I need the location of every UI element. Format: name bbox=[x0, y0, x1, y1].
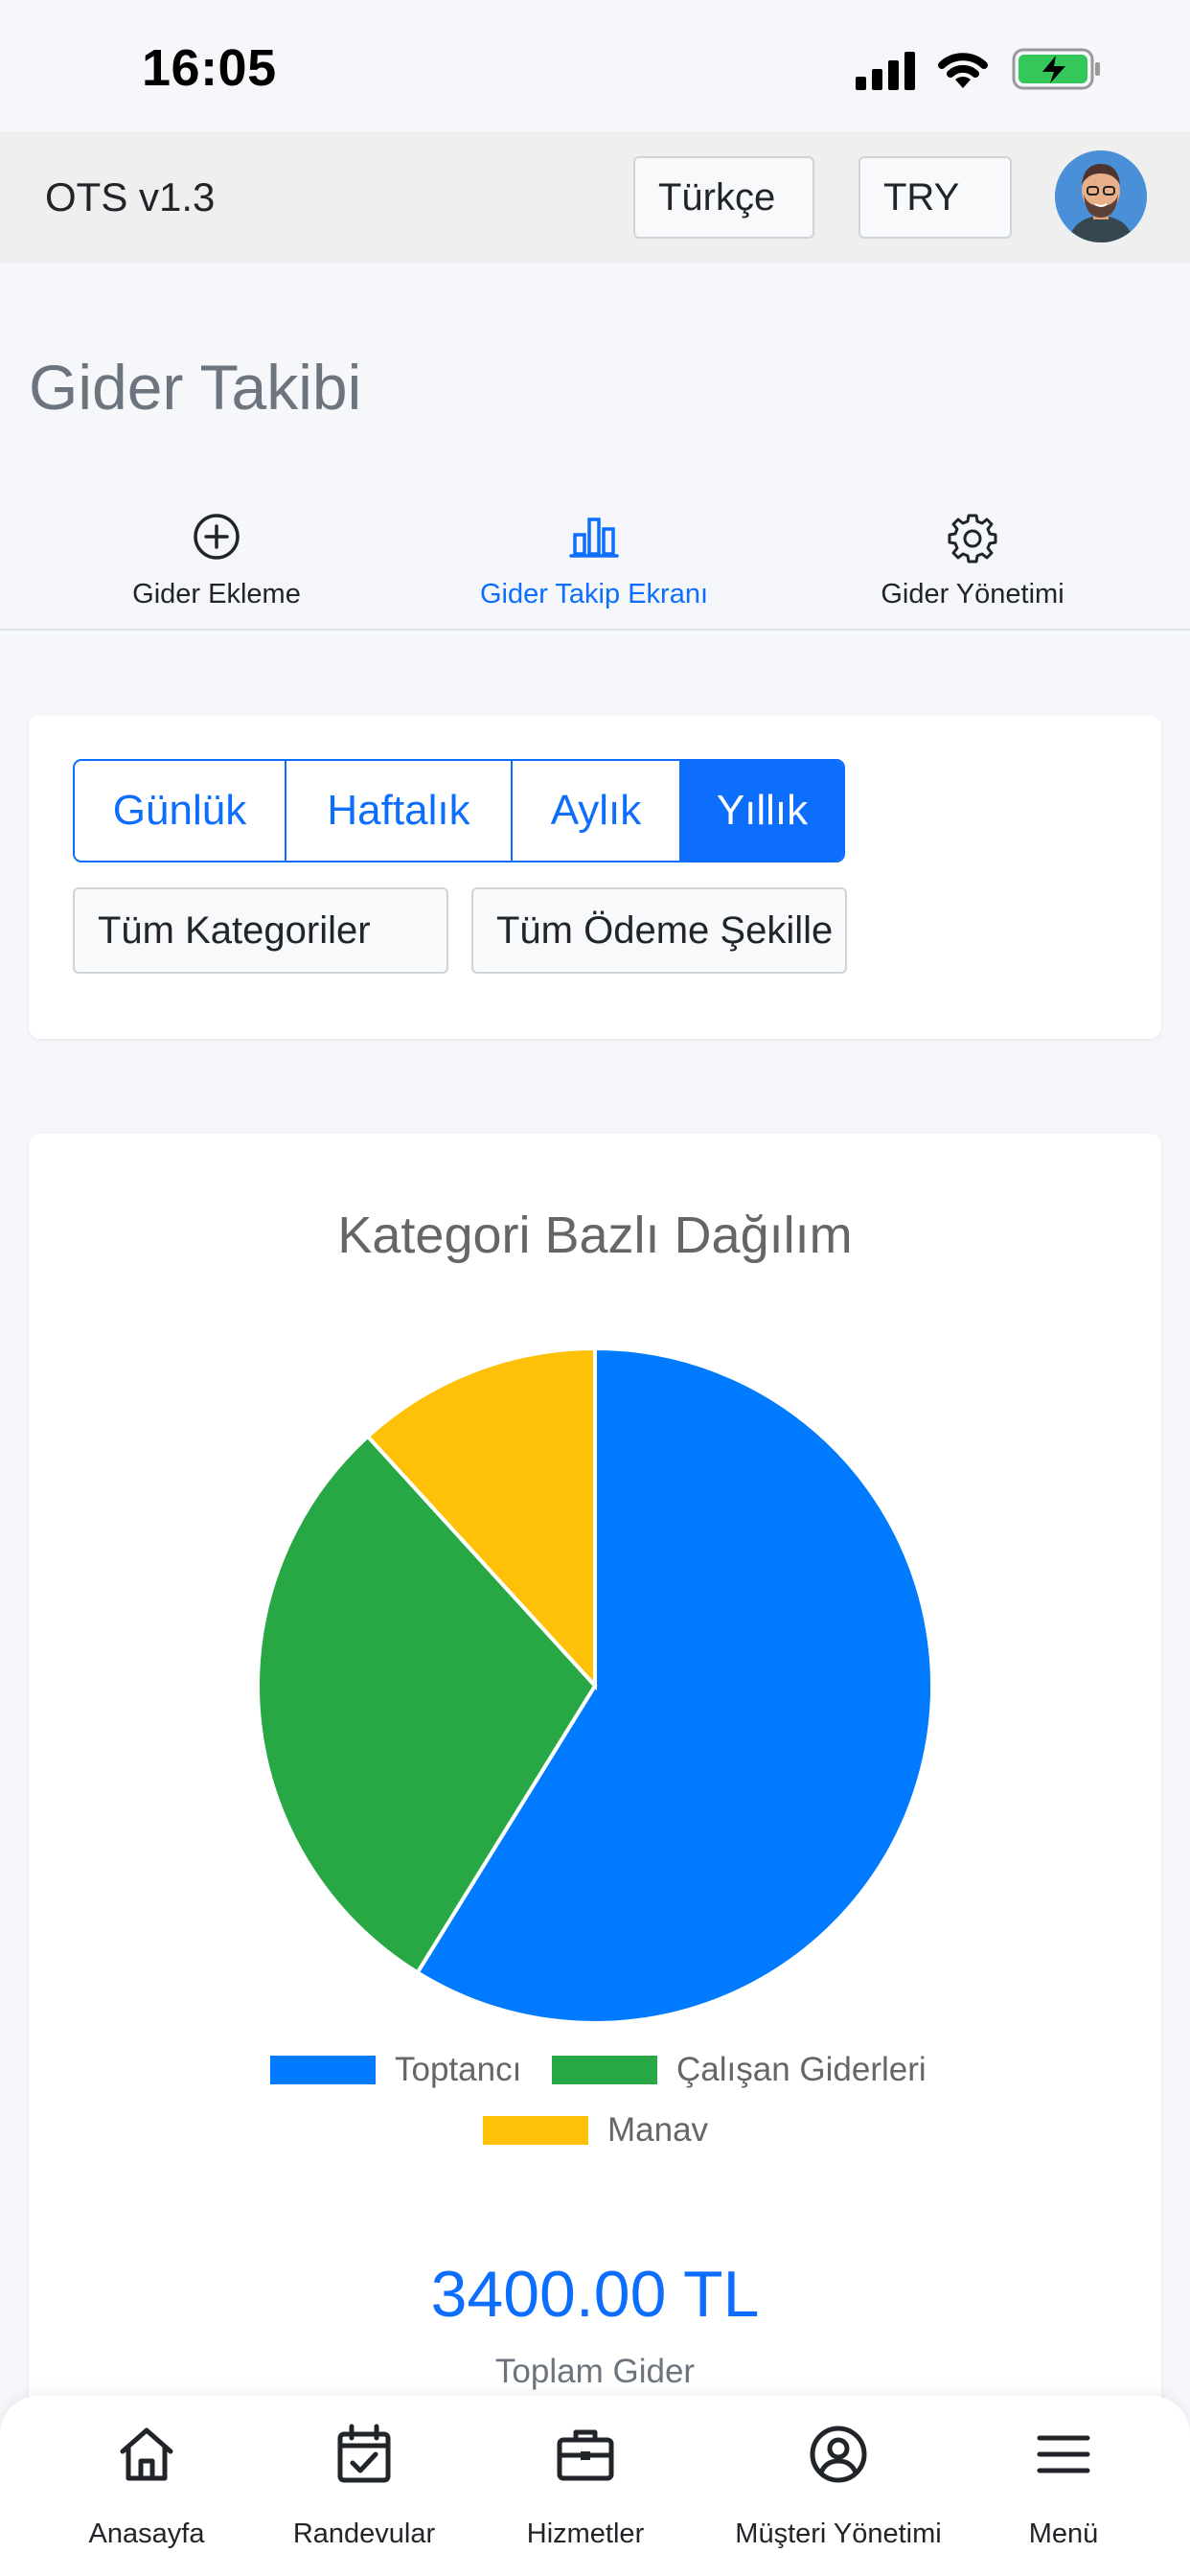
legend-label: Toptancı bbox=[395, 2051, 522, 2088]
filter-card: Günlük Haftalık Aylık Yıllık Tüm Kategor… bbox=[29, 715, 1161, 1039]
pie-chart bbox=[256, 1346, 934, 2025]
home-icon bbox=[120, 2427, 173, 2481]
menu-icon bbox=[1037, 2435, 1090, 2473]
nav-label: Müşteri Yönetimi bbox=[735, 2518, 942, 2549]
total-expense-label: Toplam Gider bbox=[494, 2353, 696, 2390]
tab-label: Gider Yönetimi bbox=[881, 579, 1064, 610]
legend-item-manav[interactable]: Manav bbox=[483, 2111, 708, 2150]
signal-icon bbox=[856, 52, 915, 90]
nav-item-musteri-yonetimi[interactable]: Müşteri Yönetimi bbox=[730, 2396, 947, 2576]
nav-item-hizmetler[interactable]: Hizmetler bbox=[514, 2396, 657, 2576]
nav-label: Menü bbox=[1028, 2518, 1099, 2549]
calendar-check-icon bbox=[337, 2424, 391, 2483]
period-button-group: Günlük Haftalık Aylık Yıllık bbox=[73, 759, 845, 862]
category-select[interactable]: Tüm Kategoriler bbox=[73, 887, 448, 974]
avatar-image bbox=[1055, 150, 1147, 242]
legend-swatch bbox=[552, 2056, 657, 2084]
legend-label: Çalışan Giderleri bbox=[676, 2051, 927, 2088]
nav-item-randevular[interactable]: Randevular bbox=[287, 2396, 441, 2576]
language-select[interactable]: Türkçe bbox=[633, 156, 814, 239]
status-bar: 16:05 bbox=[0, 0, 1190, 131]
page-title: Gider Takibi bbox=[29, 352, 362, 423]
tab-label: Gider Takip Ekranı bbox=[479, 579, 709, 610]
legend-label: Manav bbox=[607, 2111, 709, 2149]
currency-select[interactable]: TRY bbox=[858, 156, 1012, 239]
app-title: OTS v1.3 bbox=[45, 174, 216, 219]
legend-item-calisan-giderleri[interactable]: Çalışan Giderleri bbox=[552, 2051, 927, 2089]
tab-gider-ekleme[interactable]: Gider Ekleme bbox=[73, 498, 360, 627]
status-time: 16:05 bbox=[142, 39, 277, 97]
tab-bar: Gider Ekleme Gider Takip Ekranı Gider Yö… bbox=[0, 498, 1190, 631]
period-button-daily[interactable]: Günlük bbox=[75, 761, 286, 861]
tab-gider-takip-ekrani[interactable]: Gider Takip Ekranı bbox=[450, 498, 738, 627]
screen: 16:05 OTS v1.3 Türkçe TRY Gider Takibi G… bbox=[0, 0, 1190, 2576]
wifi-icon bbox=[938, 53, 988, 88]
period-button-yearly[interactable]: Yıllık bbox=[681, 761, 843, 861]
legend-swatch bbox=[483, 2116, 588, 2145]
period-button-weekly[interactable]: Haftalık bbox=[286, 761, 513, 861]
bar-chart-icon bbox=[569, 518, 619, 558]
total-expense-value: 3400.00 TL bbox=[430, 2258, 760, 2331]
nav-label: Randevular bbox=[292, 2518, 436, 2549]
battery-charging-icon bbox=[1012, 48, 1100, 90]
briefcase-icon bbox=[557, 2429, 614, 2481]
tab-label: Gider Ekleme bbox=[132, 579, 301, 610]
app-header: OTS v1.3 Türkçe TRY bbox=[0, 131, 1190, 264]
gear-icon bbox=[948, 514, 997, 564]
nav-label: Anasayfa bbox=[88, 2518, 205, 2549]
user-circle-icon bbox=[810, 2426, 867, 2483]
chart-title: Kategori Bazlı Dağılım bbox=[337, 1207, 853, 1264]
nav-item-anasayfa[interactable]: Anasayfa bbox=[75, 2396, 218, 2576]
nav-label: Hizmetler bbox=[526, 2518, 645, 2549]
bottom-navigation: Anasayfa Randevular Hizmetler Müşteri Yö… bbox=[0, 2396, 1190, 2576]
legend-item-toptanci[interactable]: Toptancı bbox=[270, 2051, 521, 2089]
nav-item-menu[interactable]: Menü bbox=[1016, 2396, 1111, 2576]
legend-swatch bbox=[270, 2056, 376, 2084]
plus-circle-icon bbox=[194, 514, 240, 560]
tab-gider-yonetimi[interactable]: Gider Yönetimi bbox=[829, 498, 1116, 627]
period-button-monthly[interactable]: Aylık bbox=[513, 761, 681, 861]
payment-method-select[interactable]: Tüm Ödeme Şekille bbox=[471, 887, 847, 974]
avatar[interactable] bbox=[1055, 150, 1147, 242]
